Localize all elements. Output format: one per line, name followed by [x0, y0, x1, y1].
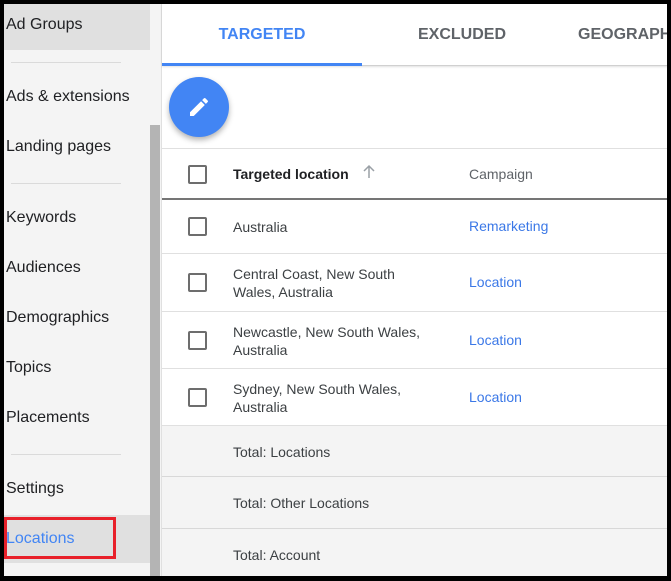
tab-targeted[interactable]: TARGETED — [162, 4, 362, 66]
row-checkbox[interactable] — [188, 217, 207, 236]
pencil-icon — [190, 97, 209, 116]
campaign-link[interactable]: Location — [469, 389, 522, 405]
sidebar-item-keywords[interactable]: Keywords — [4, 195, 150, 241]
location-cell: Central Coast, New South Wales, Australi… — [233, 266, 395, 300]
column-header-campaign[interactable]: Campaign — [469, 166, 533, 182]
location-cell: Newcastle, New South Wales, Australia — [233, 324, 420, 358]
select-all-checkbox[interactable] — [188, 165, 207, 184]
campaign-link[interactable]: Location — [469, 274, 522, 290]
total-row: Total: Account — [162, 529, 667, 576]
table-row: Sydney, New South Wales, Australia Locat… — [162, 369, 667, 426]
app-frame: Ad Groups Ads & extensions Landing pages… — [4, 4, 667, 576]
location-cell: Australia — [233, 219, 288, 235]
sidebar-item-locations[interactable]: Locations — [4, 515, 150, 563]
sidebar-item-placements[interactable]: Placements — [4, 395, 150, 441]
tab-geographic[interactable]: GEOGRAPHIC — [562, 4, 667, 66]
campaign-link[interactable]: Location — [469, 332, 522, 348]
row-checkbox[interactable] — [188, 273, 207, 292]
table-row: Central Coast, New South Wales, Australi… — [162, 254, 667, 312]
nav-divider — [11, 183, 121, 184]
total-label: Total: Locations — [233, 444, 331, 460]
sidebar-item-demographics[interactable]: Demographics — [4, 295, 150, 341]
active-tab-indicator — [162, 63, 362, 66]
main-content: TARGETED EXCLUDED GEOGRAPHIC Targeted lo… — [161, 4, 667, 576]
sidebar-item-ads-extensions[interactable]: Ads & extensions — [4, 74, 150, 120]
sidebar-item-topics[interactable]: Topics — [4, 345, 150, 391]
locations-table: Targeted location Campaign Australia Rem… — [162, 148, 667, 576]
nav-divider — [11, 62, 121, 63]
nav-divider — [11, 454, 121, 455]
table-row: Australia Remarketing — [162, 200, 667, 254]
campaign-link[interactable]: Remarketing — [469, 218, 548, 234]
row-checkbox[interactable] — [188, 331, 207, 350]
table-header: Targeted location Campaign — [162, 148, 667, 200]
column-header-targeted-location[interactable]: Targeted location — [233, 166, 349, 182]
sidebar-item-landing-pages[interactable]: Landing pages — [4, 124, 150, 170]
location-cell: Sydney, New South Wales, Australia — [233, 381, 402, 415]
sort-ascending-icon[interactable] — [362, 164, 376, 185]
tab-bar: TARGETED EXCLUDED GEOGRAPHIC — [162, 4, 667, 66]
total-row: Total: Locations — [162, 426, 667, 477]
sidebar-scrollbar-thumb[interactable] — [150, 125, 160, 576]
sidebar-item-settings[interactable]: Settings — [4, 466, 150, 512]
edit-fab-button[interactable] — [169, 77, 229, 137]
table-row: Newcastle, New South Wales, Australia Lo… — [162, 312, 667, 369]
tab-excluded[interactable]: EXCLUDED — [362, 4, 562, 66]
sidebar-nav: Ad Groups Ads & extensions Landing pages… — [4, 4, 150, 576]
row-checkbox[interactable] — [188, 388, 207, 407]
sidebar-item-audiences[interactable]: Audiences — [4, 245, 150, 291]
total-label: Total: Account — [233, 547, 321, 563]
total-row: Total: Other Locations — [162, 477, 667, 529]
total-label: Total: Other Locations — [233, 495, 370, 511]
sidebar-item-ad-groups[interactable]: Ad Groups — [4, 4, 150, 50]
